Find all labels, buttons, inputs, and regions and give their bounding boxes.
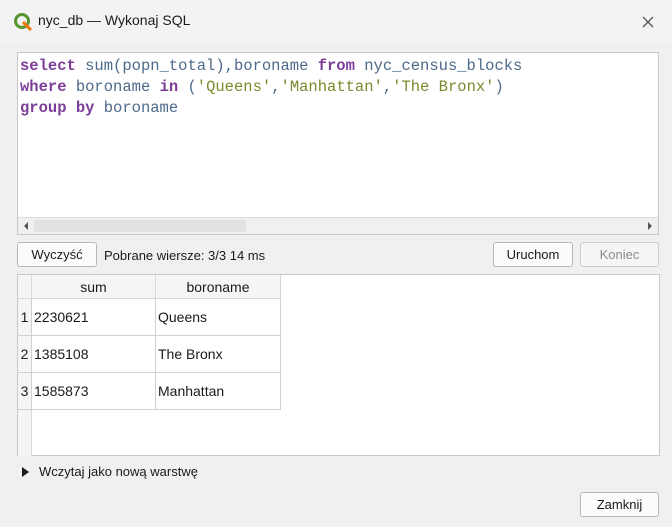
run-button[interactable]: Uruchom <box>493 242 573 267</box>
sql-token: ) <box>494 78 504 96</box>
qgis-logo-icon <box>14 13 32 31</box>
stop-button[interactable]: Koniec <box>580 242 659 267</box>
sql-line[interactable]: group by boroname <box>20 98 522 119</box>
arrow-right-icon[interactable] <box>642 218 657 234</box>
sql-line[interactable]: where boroname in ('Queens','Manhattan',… <box>20 77 522 98</box>
table-corner[interactable] <box>18 275 32 299</box>
sql-line[interactable]: select sum(popn_total),boroname from nyc… <box>20 56 522 77</box>
table-cell-boroname[interactable]: The Bronx <box>156 336 281 373</box>
sql-token: boroname <box>233 57 309 75</box>
triangle-right-icon[interactable] <box>19 465 33 479</box>
sql-token: boroname <box>75 78 151 96</box>
status-text: Pobrane wiersze: 3/3 14 ms <box>104 248 266 263</box>
load-as-layer-label: Wczytaj jako nową warstwę <box>39 464 198 479</box>
sql-token: group <box>20 99 67 117</box>
title-bar: nyc_db — Wykonaj SQL <box>0 0 672 44</box>
table-cell-boroname[interactable]: Manhattan <box>156 373 281 410</box>
row-header-gutter <box>18 410 32 456</box>
close-icon[interactable] <box>636 10 660 34</box>
sql-token: popn_total <box>122 57 216 75</box>
clear-button[interactable]: Wyczyść <box>17 242 97 267</box>
sql-token: boroname <box>103 99 179 117</box>
scrollbar-thumb[interactable] <box>34 220 246 232</box>
close-button[interactable]: Zamknij <box>580 492 659 517</box>
sql-token: nyc_census_blocks <box>364 57 523 75</box>
sql-token: from <box>317 57 355 75</box>
table-cell-boroname[interactable]: Queens <box>156 299 281 336</box>
horizontal-scrollbar[interactable] <box>18 217 658 234</box>
sql-token: ), <box>215 57 234 75</box>
sql-token: ( <box>178 78 197 96</box>
sql-token: 'Queens' <box>196 78 272 96</box>
row-header[interactable]: 3 <box>18 373 32 410</box>
table-cell-sum[interactable]: 1585873 <box>32 373 156 410</box>
sql-token: 'Manhattan' <box>280 78 383 96</box>
sql-token: ( <box>113 57 123 75</box>
sql-token: , <box>271 78 281 96</box>
sql-token: select <box>20 57 76 75</box>
window-title: nyc_db — Wykonaj SQL <box>38 12 191 28</box>
sql-token: by <box>75 99 95 117</box>
arrow-left-icon[interactable] <box>19 218 34 234</box>
column-header-sum[interactable]: sum <box>32 275 156 299</box>
sql-editor[interactable]: select sum(popn_total),boroname from nyc… <box>17 52 659 235</box>
results-table[interactable]: sum boroname 1 2230621 Queens 2 1385108 … <box>17 274 660 456</box>
sql-token: where <box>20 78 67 96</box>
sql-token: 'The Bronx' <box>392 78 495 96</box>
sql-code[interactable]: select sum(popn_total),boroname from nyc… <box>20 56 522 119</box>
row-header[interactable]: 1 <box>18 299 32 336</box>
column-header-boroname[interactable]: boroname <box>156 275 281 299</box>
load-as-layer-toggle[interactable]: Wczytaj jako nową warstwę <box>19 464 198 479</box>
table-cell-sum[interactable]: 2230621 <box>32 299 156 336</box>
row-header[interactable]: 2 <box>18 336 32 373</box>
sql-token: sum <box>85 57 114 75</box>
sql-token: , <box>382 78 393 96</box>
table-cell-sum[interactable]: 1385108 <box>32 336 156 373</box>
sql-token: in <box>159 78 179 96</box>
